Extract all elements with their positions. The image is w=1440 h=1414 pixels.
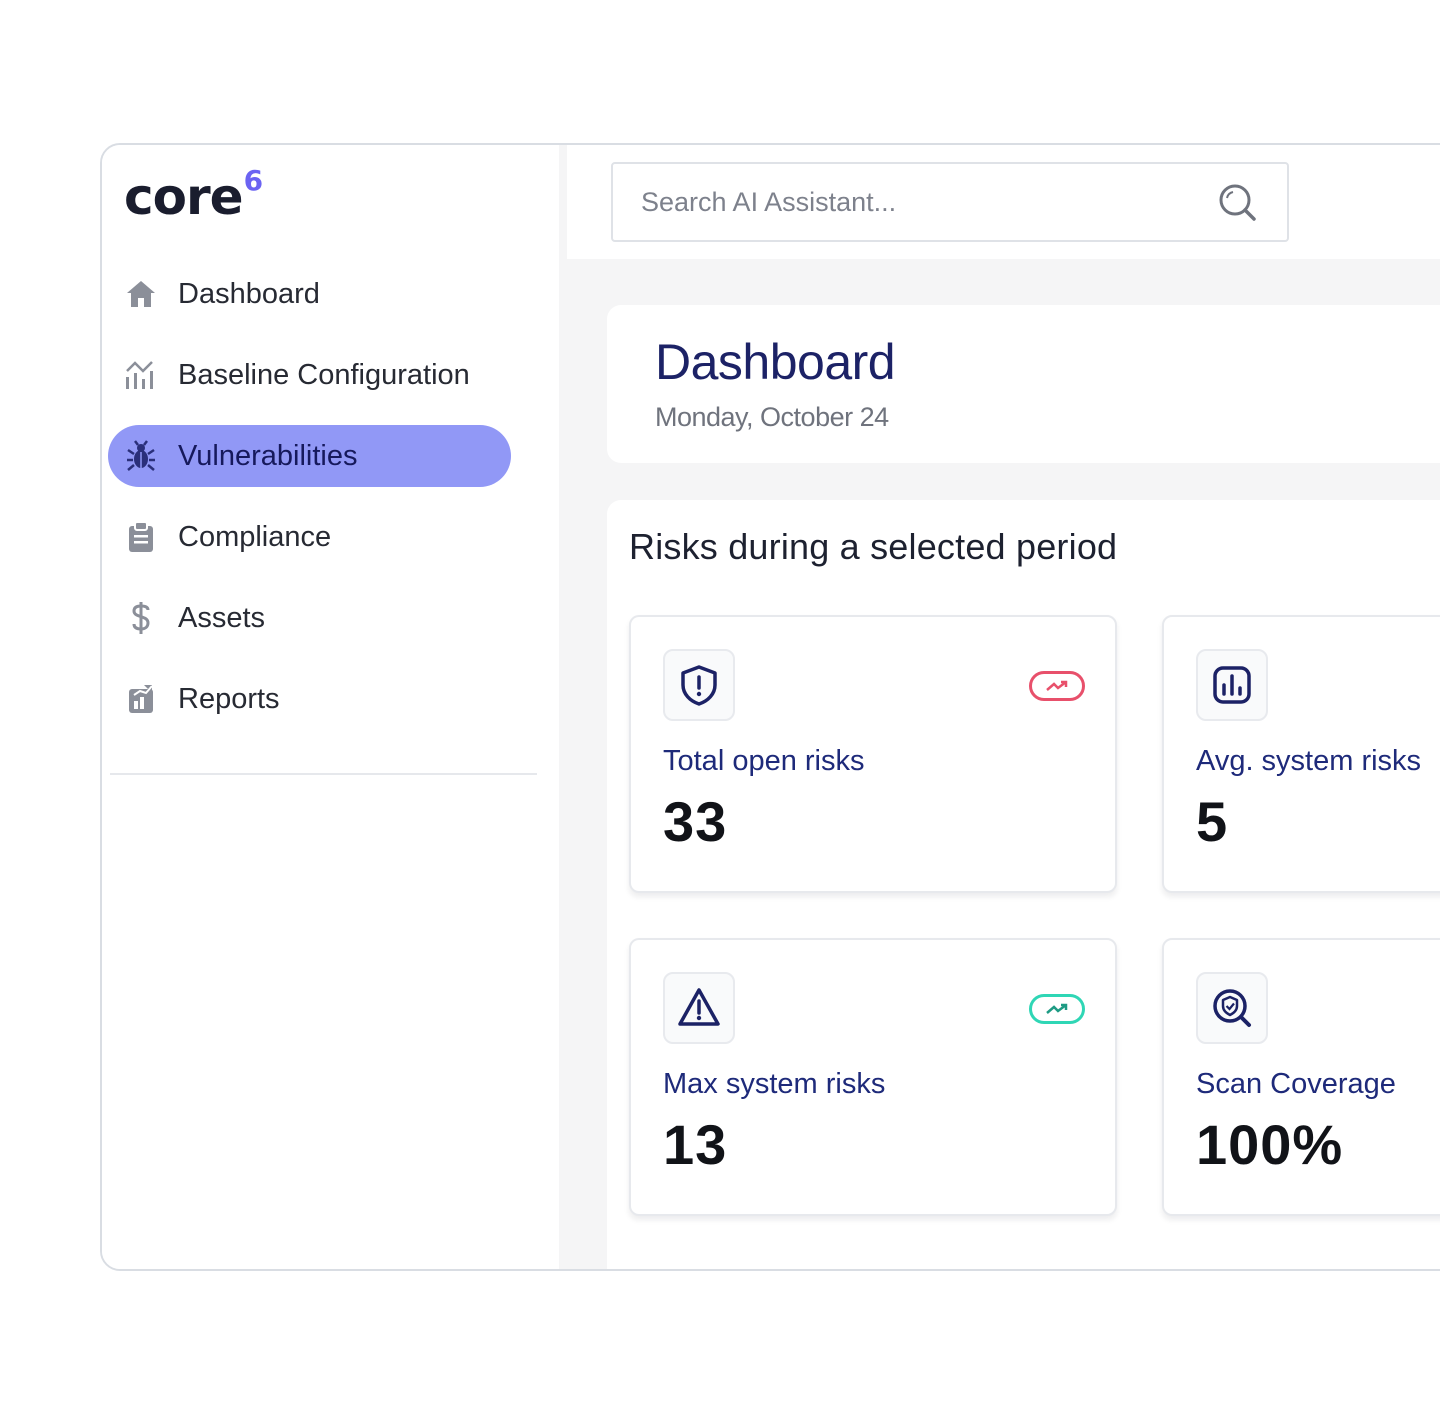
trend-up-icon: [1029, 671, 1085, 701]
bar-chart-icon: [1196, 649, 1268, 721]
home-icon: [124, 277, 158, 311]
metric-label: Avg. system risks: [1196, 745, 1422, 777]
trend-up-icon: [1029, 994, 1085, 1024]
sidebar-item-label: Assets: [178, 601, 266, 634]
metric-value: 5: [1196, 790, 1229, 853]
brand-logo[interactable]: core6: [124, 164, 264, 235]
clipboard-icon: [124, 520, 158, 554]
shield-alert-icon: [663, 649, 735, 721]
metric-card-scan-coverage[interactable]: Scan Coverage 100%: [1162, 938, 1440, 1216]
report-icon: [124, 682, 158, 716]
sidebar-item-dashboard[interactable]: Dashboard: [108, 263, 511, 325]
sidebar-item-reports[interactable]: Reports: [108, 668, 511, 730]
warning-triangle-icon: [663, 972, 735, 1044]
sidebar-item-label: Compliance: [178, 520, 332, 553]
sidebar: core6 Dashboard Baseline Configuration V…: [102, 145, 559, 1269]
metric-card-total-open-risks[interactable]: Total open risks 33: [629, 615, 1117, 893]
sidebar-item-compliance[interactable]: Compliance: [108, 506, 511, 568]
risks-panel-title: Risks during a selected period: [629, 526, 1118, 567]
page-title: Dashboard: [655, 334, 896, 390]
page-header-card: Dashboard Monday, October 24: [607, 305, 1440, 463]
sidebar-item-vulnerabilities[interactable]: Vulnerabilities: [108, 425, 511, 487]
sidebar-divider: [110, 773, 537, 775]
brand-name: core: [124, 168, 244, 226]
metric-card-avg-system-risks[interactable]: Avg. system risks 5: [1162, 615, 1440, 893]
sidebar-item-label: Vulnerabilities: [178, 439, 358, 472]
metric-value: 13: [663, 1113, 728, 1176]
sidebar-item-label: Baseline Configuration: [178, 358, 470, 391]
sidebar-item-baseline-configuration[interactable]: Baseline Configuration: [108, 344, 511, 406]
risks-panel: Risks during a selected period Total ope…: [607, 500, 1440, 1269]
metric-value: 100%: [1196, 1113, 1344, 1176]
sidebar-item-label: Dashboard: [178, 277, 320, 310]
metric-label: Max system risks: [663, 1068, 886, 1100]
dollar-icon: [124, 601, 158, 635]
sidebar-item-label: Reports: [178, 682, 280, 715]
scan-shield-icon: [1196, 972, 1268, 1044]
main-content: Search AI Assistant... Dashboard Monday,…: [559, 145, 1440, 1269]
top-bar: Search AI Assistant...: [567, 145, 1440, 259]
metric-card-max-system-risks[interactable]: Max system risks 13: [629, 938, 1117, 1216]
chart-icon: [124, 358, 158, 392]
metric-label: Scan Coverage: [1196, 1068, 1396, 1100]
metric-value: 33: [663, 790, 728, 853]
page-date: Monday, October 24: [655, 402, 889, 432]
metric-label: Total open risks: [663, 745, 865, 777]
app-window: core6 Dashboard Baseline Configuration V…: [100, 143, 1440, 1271]
brand-superscript: 6: [243, 164, 264, 197]
search-icon[interactable]: [1217, 182, 1257, 222]
search-placeholder: Search AI Assistant...: [641, 186, 897, 217]
search-input[interactable]: Search AI Assistant...: [611, 162, 1289, 242]
bug-icon: [124, 439, 158, 473]
sidebar-item-assets[interactable]: Assets: [108, 587, 511, 649]
